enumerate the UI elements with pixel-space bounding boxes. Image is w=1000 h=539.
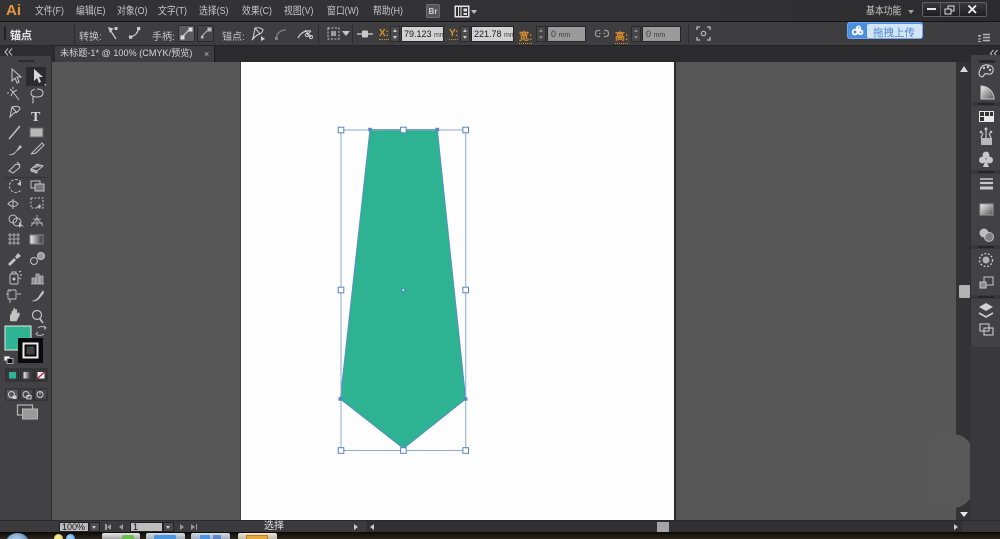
svg-text:T: T	[31, 110, 41, 125]
svg-text:Br: Br	[429, 7, 438, 16]
